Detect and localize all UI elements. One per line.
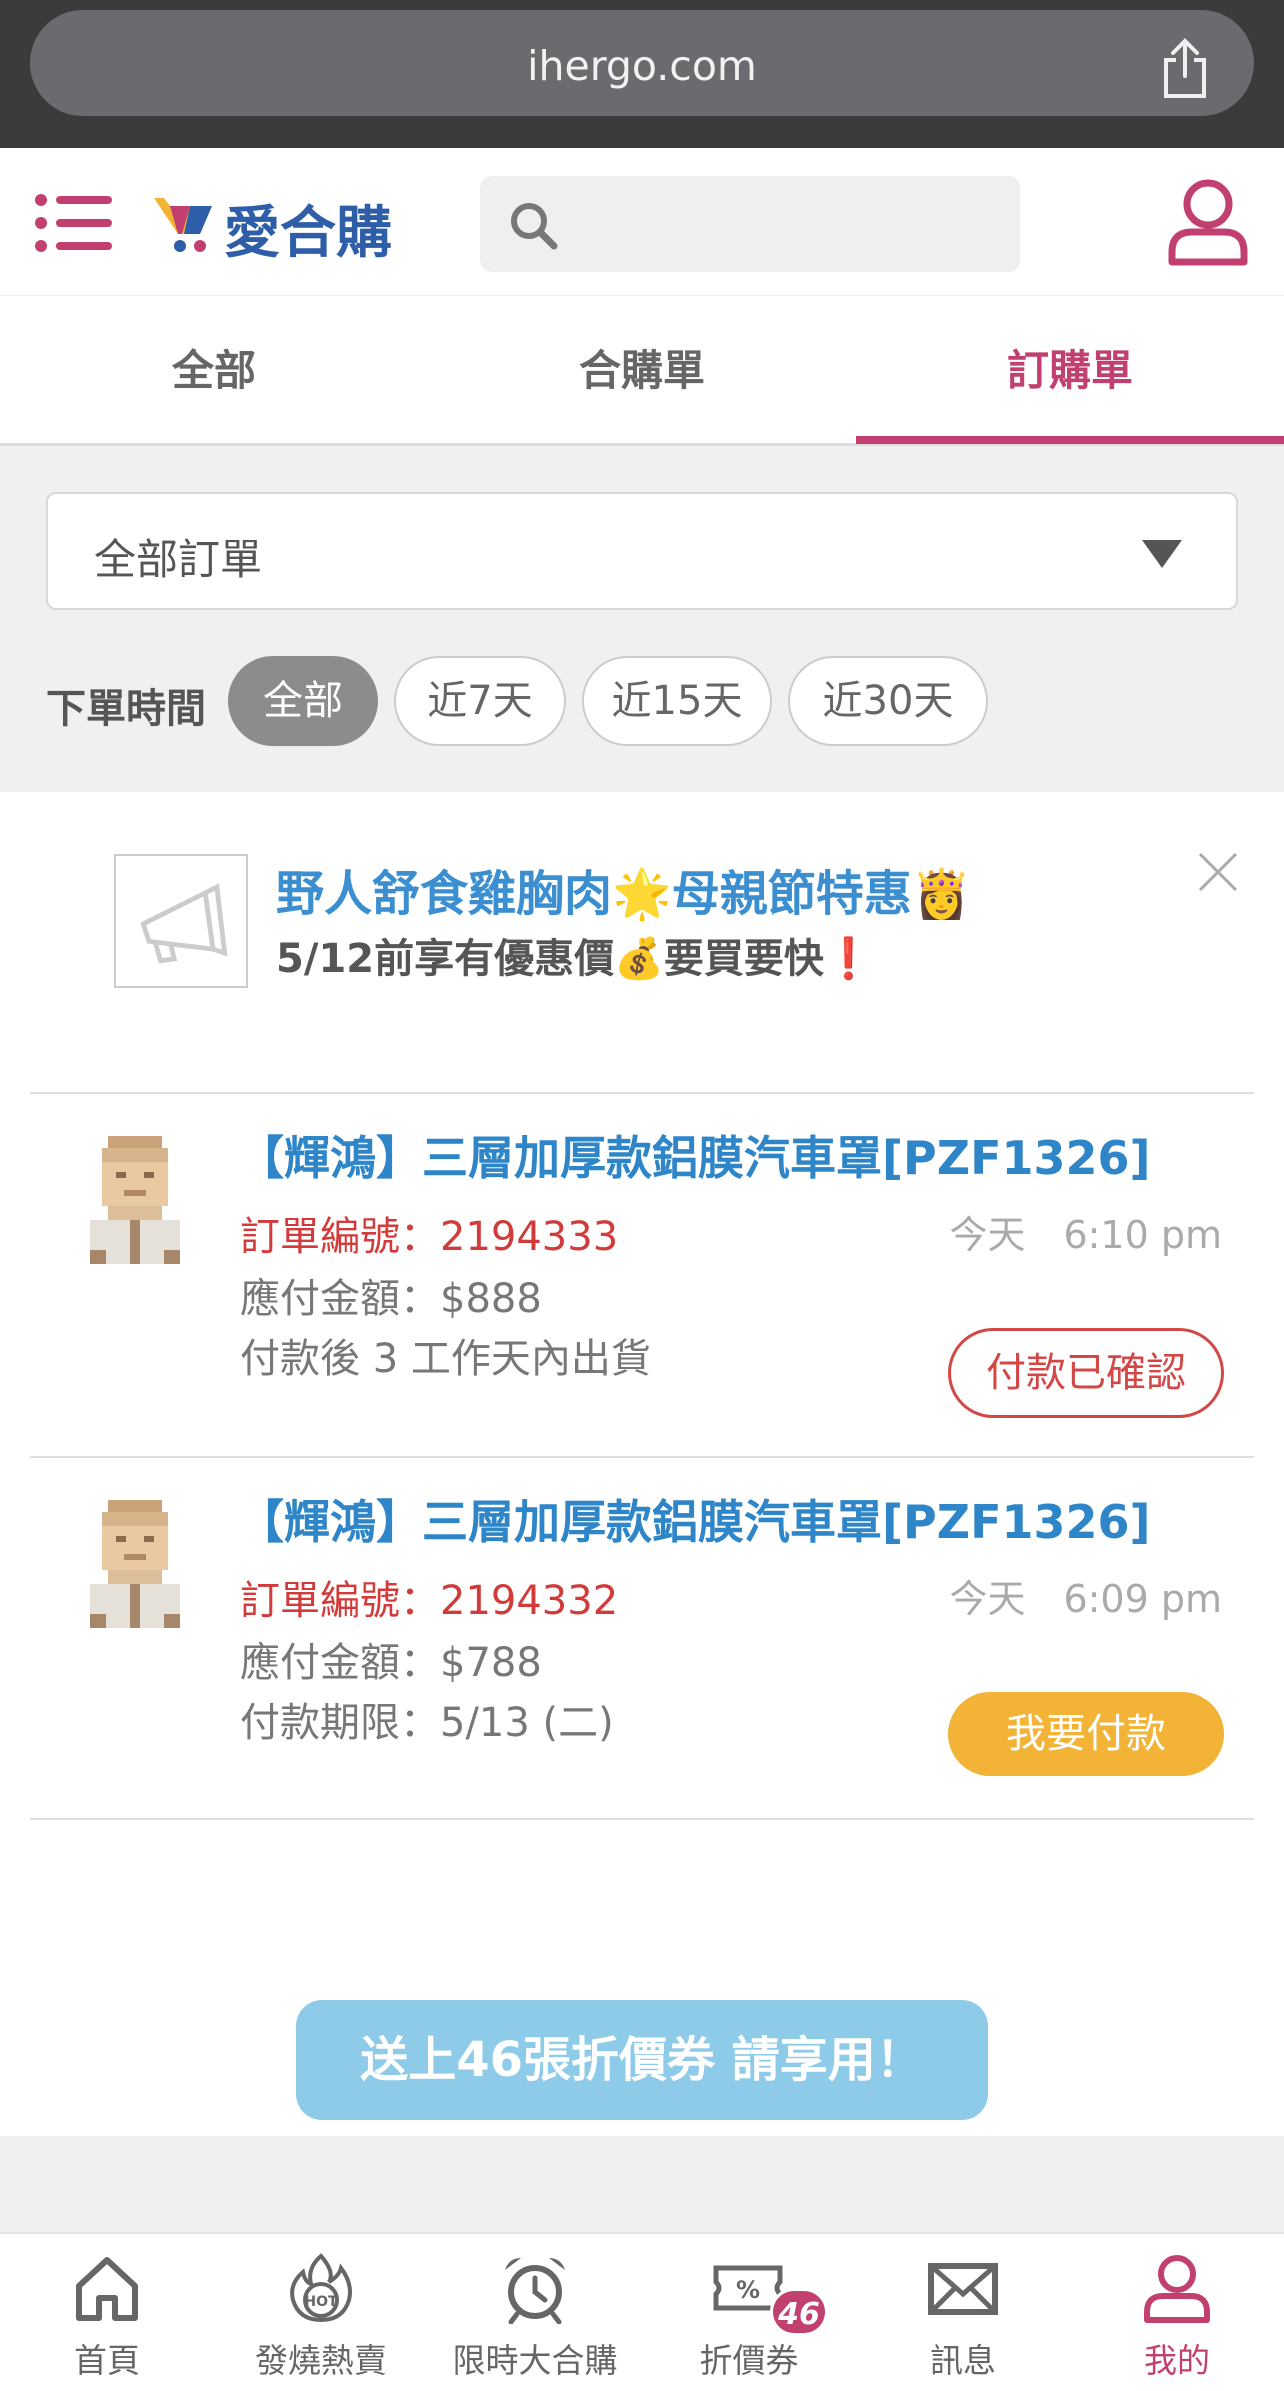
order-amount: 應付金額：$788 — [240, 1640, 542, 1686]
announcement-title: 野人舒食雞胸肉🌟母親節特惠👸 — [276, 866, 972, 922]
avatar — [90, 1136, 180, 1264]
share-icon[interactable] — [1158, 38, 1212, 100]
search-input[interactable] — [480, 176, 1020, 272]
browser-bar: ihergo.com — [0, 0, 1284, 148]
logo-text: 愛合購 — [224, 201, 392, 266]
order-title[interactable]: 【輝鴻】三層加厚款鋁膜汽車罩[PZF1326] — [238, 1122, 1151, 1188]
app-header: 愛合購 — [0, 148, 1284, 296]
footer-spacer — [0, 2136, 1284, 2232]
logo[interactable]: 愛合購 — [150, 186, 430, 266]
order-card[interactable]: 【輝鴻】三層加厚款鋁膜汽車罩[PZF1326] 訂單編號：2194332 今天 … — [0, 1458, 1284, 1818]
tab-purchase-orders[interactable]: 訂購單 — [856, 296, 1284, 446]
mail-icon — [928, 2263, 998, 2315]
nav-label: 折價券 — [699, 2341, 799, 2380]
svg-text:%: % — [736, 2276, 760, 2304]
tab-group-buy[interactable]: 合購單 — [428, 296, 856, 446]
order-time: 今天 6:10 pm — [949, 1213, 1222, 1257]
order-tabs: 全部 合購單 訂購單 — [0, 296, 1284, 446]
payment-deadline: 付款期限：5/13 (二) — [240, 1700, 614, 1746]
pay-now-button[interactable]: 我要付款 — [948, 1692, 1224, 1776]
close-icon[interactable] — [1196, 850, 1240, 894]
address-bar[interactable]: ihergo.com — [30, 10, 1254, 116]
time-chip-7-days[interactable]: 近7天 — [394, 656, 566, 746]
order-note: 付款後 3 工作天內出貨 — [240, 1336, 651, 1382]
order-time: 今天 6:09 pm — [949, 1577, 1222, 1621]
filter-area: 全部訂單 下單時間 全部 近7天 近15天 近30天 — [0, 446, 1284, 792]
order-title[interactable]: 【輝鴻】三層加厚款鋁膜汽車罩[PZF1326] — [238, 1486, 1151, 1552]
nav-label: 限時大合購 — [452, 2341, 618, 2380]
nav-hot-sale[interactable]: HOT 發燒熱賣 — [214, 2234, 428, 2391]
nav-label: 訊息 — [930, 2341, 996, 2380]
nav-coupons[interactable]: % 46 折價券 — [642, 2234, 856, 2391]
menu-icon[interactable] — [34, 192, 114, 254]
order-status-select[interactable]: 全部訂單 — [46, 492, 1238, 610]
user-icon — [1144, 2255, 1210, 2323]
time-chip-15-days[interactable]: 近15天 — [582, 656, 772, 746]
order-number: 訂單編號：2194333 — [240, 1214, 619, 1260]
order-card[interactable]: 【輝鴻】三層加厚款鋁膜汽車罩[PZF1326] 訂單編號：2194333 今天 … — [0, 1094, 1284, 1454]
svg-text:HOT: HOT — [304, 2294, 338, 2310]
url-text: ihergo.com — [527, 42, 757, 90]
nav-home[interactable]: 首頁 — [0, 2234, 214, 2391]
time-chip-30-days[interactable]: 近30天 — [788, 656, 988, 746]
hot-icon: HOT — [290, 2253, 352, 2323]
logo-cart-icon — [154, 198, 212, 252]
divider — [30, 1818, 1254, 1820]
nav-messages[interactable]: 訊息 — [856, 2234, 1070, 2391]
order-time-label: 下單時間 — [46, 686, 206, 732]
payment-confirmed-button[interactable]: 付款已確認 — [948, 1328, 1224, 1418]
announcement-subtitle: 5/12前享有優惠價💰要買要快❗ — [276, 936, 874, 982]
order-amount: 應付金額：$888 — [240, 1276, 542, 1322]
alarm-clock-icon — [505, 2258, 565, 2324]
avatar — [90, 1500, 180, 1628]
nav-label: 我的 — [1144, 2341, 1210, 2380]
nav-label: 發燒熱賣 — [255, 2341, 387, 2380]
announcement-thumbnail — [114, 854, 248, 988]
coupon-promo-banner[interactable]: 送上46張折價券 請享用！ — [296, 2000, 988, 2120]
user-icon[interactable] — [1166, 178, 1250, 266]
tab-all[interactable]: 全部 — [0, 296, 428, 446]
announcement-banner[interactable]: 野人舒食雞胸肉🌟母親節特惠👸 5/12前享有優惠價💰要買要快❗ — [0, 792, 1284, 1092]
order-status-value: 全部訂單 — [94, 535, 263, 584]
order-number: 訂單編號：2194332 — [240, 1578, 619, 1624]
nav-label: 首頁 — [74, 2341, 140, 2380]
nav-limited-group-buy[interactable]: 限時大合購 — [428, 2234, 642, 2391]
bottom-nav: 首頁 HOT 發燒熱賣 限時大合購 % 46 折價券 訊息 我的 — [0, 2232, 1284, 2391]
megaphone-icon — [140, 883, 228, 964]
home-icon — [76, 2257, 138, 2321]
search-icon — [511, 203, 558, 250]
chevron-down-icon — [1142, 540, 1182, 568]
coupon-count-badge: 46 — [770, 2288, 828, 2336]
time-chip-all[interactable]: 全部 — [228, 656, 378, 746]
active-tab-indicator — [856, 436, 1284, 444]
nav-my-account[interactable]: 我的 — [1070, 2234, 1284, 2391]
